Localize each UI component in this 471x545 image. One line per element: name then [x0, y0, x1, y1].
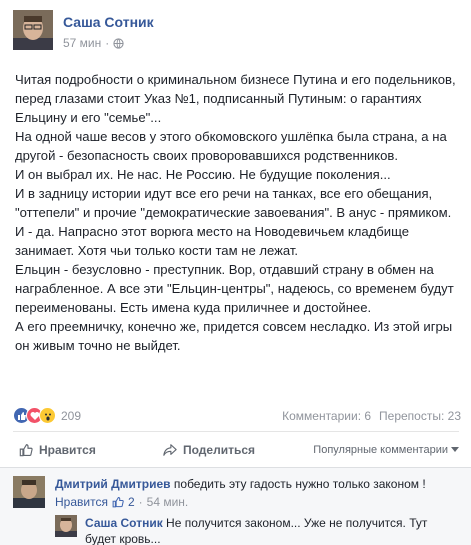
- post-paragraph: Читая подробности о криминальном бизнесе…: [15, 72, 456, 125]
- comment-text: победить эту гадость нужно только законо…: [173, 477, 426, 491]
- divider: [13, 431, 459, 432]
- post-time[interactable]: 57 мин: [63, 36, 101, 50]
- comment-content: Дмитрий Дмитриев победить эту гадость ну…: [55, 476, 463, 510]
- wow-reaction-icon: [39, 407, 56, 424]
- post-paragraph: И в задницу истории идут все его речи на…: [15, 186, 452, 220]
- like-button[interactable]: Нравится: [19, 443, 96, 457]
- post-body: Читая подробности о криминальном бизнесе…: [15, 70, 463, 355]
- commenter-avatar-image: [13, 476, 45, 508]
- comment-like-link[interactable]: Нравится: [55, 494, 108, 510]
- reply-content: Саша Сотник Не получится законом... Уже …: [85, 515, 455, 545]
- comment-sort-dropdown[interactable]: Популярные комментарии: [313, 444, 459, 456]
- post-stats: 209 Комментарии: 6 Перепосты: 23: [13, 405, 461, 427]
- stats-right: Комментарии: 6 Перепосты: 23: [282, 409, 461, 423]
- sort-label: Популярные комментарии: [313, 444, 448, 456]
- reactions-summary[interactable]: 209: [13, 407, 81, 424]
- commenter-avatar[interactable]: [13, 476, 45, 508]
- shares-count-link[interactable]: Перепосты: 23: [379, 409, 461, 423]
- post-paragraph: И он выбрал их. Не нас. Не Россию. Не бу…: [15, 167, 391, 182]
- share-button[interactable]: Поделиться: [163, 443, 255, 457]
- thumbs-up-icon: [112, 496, 124, 508]
- reactions-count: 209: [61, 408, 82, 423]
- post-header: Саша Сотник 57 мин ·: [13, 10, 453, 55]
- comment-meta: Нравится 2 · 54 мин.: [55, 494, 463, 510]
- post-paragraph: На одной чаше весов у этого обкомовского…: [15, 129, 447, 163]
- author-avatar[interactable]: [13, 10, 53, 50]
- post-paragraph: И - да. Напрасно этот ворюга место на Но…: [15, 224, 410, 258]
- facebook-post: Саша Сотник 57 мин · Читая подробности о…: [0, 0, 471, 545]
- reply-avatar-image: [55, 515, 77, 537]
- post-author-name[interactable]: Саша Сотник: [63, 14, 154, 30]
- meta-separator: ·: [138, 495, 143, 509]
- reply-author-avatar[interactable]: [55, 515, 77, 537]
- post-paragraph: А его преемничку, конечно же, придется с…: [15, 319, 453, 353]
- thumbs-up-icon: [19, 444, 33, 457]
- comments-section: Дмитрий Дмитриев победить эту гадость ну…: [0, 467, 471, 545]
- share-arrow-icon: [163, 444, 177, 456]
- comment-author[interactable]: Дмитрий Дмитриев: [55, 477, 171, 491]
- like-button-label: Нравится: [39, 443, 96, 457]
- comment-time[interactable]: 54 мин.: [147, 494, 189, 510]
- reply-author[interactable]: Саша Сотник: [85, 516, 163, 530]
- avatar-image: [13, 10, 53, 50]
- globe-icon[interactable]: [113, 37, 124, 49]
- chevron-down-icon: [451, 447, 459, 452]
- comments-count-link[interactable]: Комментарии: 6: [282, 409, 371, 423]
- post-paragraph: Ельцин - безусловно - преступник. Вор, о…: [15, 262, 454, 315]
- meta-separator: ·: [105, 36, 110, 50]
- share-button-label: Поделиться: [183, 443, 256, 457]
- post-meta: 57 мин ·: [63, 36, 124, 50]
- comment-like-count: 2: [127, 495, 135, 509]
- post-actions: Нравится Поделиться Популярные комментар…: [13, 440, 459, 462]
